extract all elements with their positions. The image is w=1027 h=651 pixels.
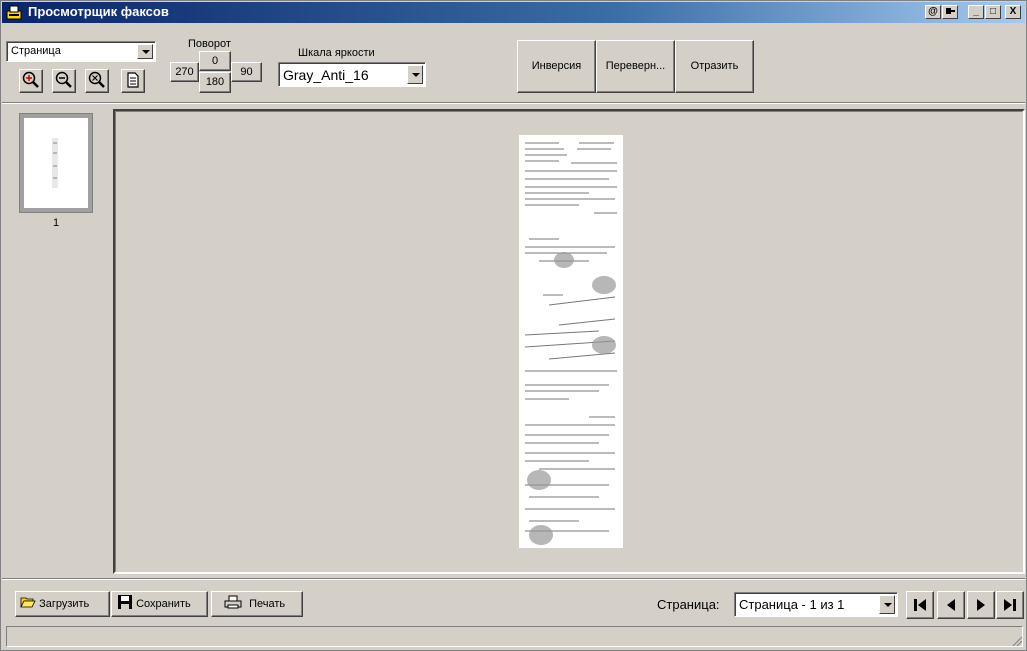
inversion-button[interactable]: Инверсия: [517, 40, 596, 93]
first-page-button[interactable]: [906, 591, 934, 619]
page-select[interactable]: Страница - 1 из 1: [734, 592, 898, 617]
next-page-icon: [977, 599, 985, 611]
pin-icon: [946, 8, 955, 14]
print-button[interactable]: Печать: [211, 591, 303, 617]
first-page-icon: [914, 599, 926, 611]
floppy-disk-icon: [118, 595, 132, 609]
fit-page-button[interactable]: [121, 69, 145, 93]
bottom-divider: [2, 578, 1025, 580]
load-button[interactable]: Загрузить: [15, 591, 110, 617]
rotation-label: Поворот: [188, 38, 231, 50]
rotate-270-button[interactable]: 270: [170, 62, 199, 82]
folder-open-icon: [20, 597, 36, 608]
print-label: Печать: [249, 598, 286, 610]
save-button[interactable]: Сохранить: [111, 591, 208, 617]
rotate-0-button[interactable]: 0: [199, 51, 231, 71]
at-button[interactable]: @: [925, 5, 941, 19]
page-label: Страница:: [657, 597, 720, 612]
brightness-select[interactable]: Gray_Anti_16: [278, 62, 426, 87]
page-thumbnail[interactable]: [20, 114, 92, 212]
chevron-down-icon[interactable]: [137, 44, 153, 59]
next-page-button[interactable]: [967, 591, 995, 619]
rotate-90-button[interactable]: 90: [231, 62, 262, 82]
brightness-value: Gray_Anti_16: [283, 67, 369, 83]
pin-button[interactable]: [942, 5, 958, 19]
toolbar-divider: [2, 102, 1025, 104]
zoom-out-icon: [55, 71, 72, 88]
thumbnail-image: [52, 138, 58, 188]
last-page-button[interactable]: [996, 591, 1024, 619]
fax-page-image: [519, 135, 623, 548]
rotate-180-button[interactable]: 180: [199, 72, 231, 93]
window-title: Просмотрщик факсов: [28, 4, 169, 19]
brightness-label: Шкала яркости: [298, 47, 375, 59]
zoom-reset-icon: [88, 71, 105, 88]
status-bar: [6, 626, 1023, 647]
fax-scan: [524, 142, 617, 545]
mirror-button[interactable]: Отразить: [675, 40, 754, 93]
printer-icon: [224, 595, 242, 609]
previous-page-icon: [947, 599, 955, 611]
chevron-down-icon[interactable]: [407, 65, 423, 84]
load-label: Загрузить: [39, 598, 90, 610]
zoom-in-icon: [22, 71, 39, 88]
thumbnail-number: 1: [53, 217, 60, 229]
minimize-button[interactable]: _: [968, 5, 984, 19]
title-bar[interactable]: Просмотрщик факсов @ _ □ X: [2, 2, 1025, 23]
zoom-in-button[interactable]: [19, 69, 43, 93]
fax-viewer-window: Просмотрщик факсов @ _ □ X Страница Пово…: [0, 0, 1027, 651]
save-label: Сохранить: [136, 598, 191, 610]
zoom-reset-button[interactable]: [85, 69, 109, 93]
zoom-out-button[interactable]: [52, 69, 76, 93]
view-mode-select[interactable]: Страница: [6, 41, 156, 62]
flip-button[interactable]: Переверн...: [596, 40, 675, 93]
document-viewer[interactable]: [113, 109, 1025, 574]
maximize-button[interactable]: □: [985, 5, 1001, 19]
thumbnail-panel: 1: [9, 109, 109, 574]
page-select-value: Страница - 1 из 1: [739, 597, 845, 612]
close-button[interactable]: X: [1005, 5, 1021, 19]
fax-app-icon: [6, 5, 22, 20]
last-page-icon: [1004, 599, 1016, 611]
resize-grip-icon[interactable]: [1011, 635, 1023, 647]
page-icon: [127, 72, 139, 88]
previous-page-button[interactable]: [937, 591, 965, 619]
chevron-down-icon[interactable]: [879, 595, 895, 614]
view-mode-value: Страница: [11, 45, 61, 57]
